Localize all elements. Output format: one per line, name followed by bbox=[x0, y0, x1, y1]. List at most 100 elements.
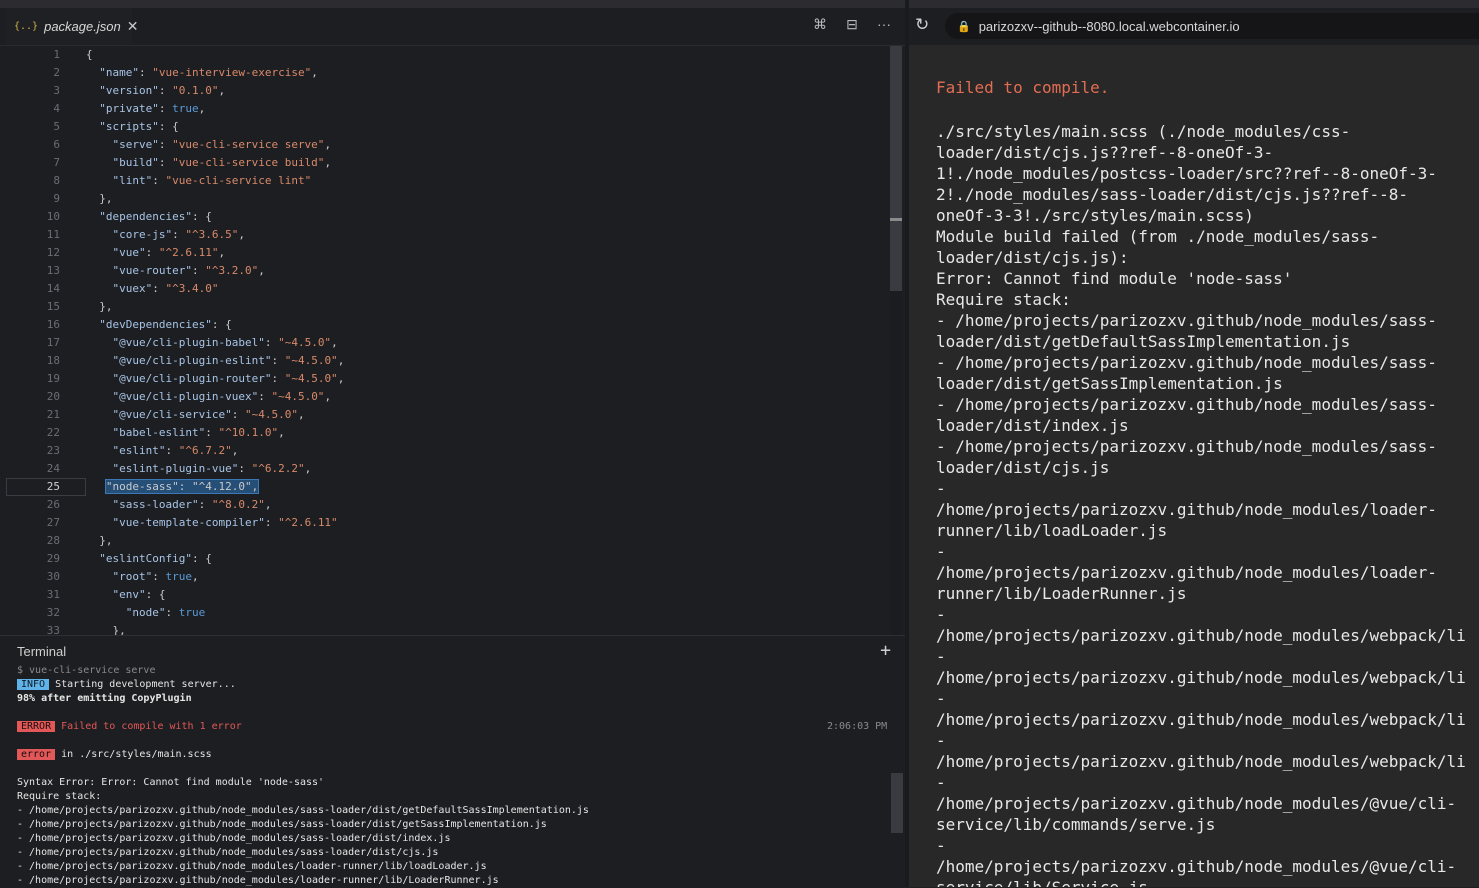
code-line[interactable]: 19 "@vue/cli-plugin-router": "~4.5.0", bbox=[0, 370, 890, 388]
code-line[interactable]: 16 "devDependencies": { bbox=[0, 316, 890, 334]
code-token: : bbox=[152, 282, 166, 295]
error-badge: ERROR bbox=[17, 721, 56, 732]
code-token: : bbox=[172, 228, 186, 241]
code-token: "version" bbox=[99, 84, 159, 97]
code-line[interactable]: 14 "vuex": "^3.4.0" bbox=[0, 280, 890, 298]
tab-package-json[interactable]: {..} package.json ✕ bbox=[6, 8, 138, 45]
editor-scrollbar[interactable] bbox=[890, 46, 902, 635]
code-token: "core-js" bbox=[112, 228, 173, 241]
more-actions-icon[interactable]: ··· bbox=[875, 16, 893, 33]
code-token: : bbox=[191, 264, 206, 277]
add-terminal-button[interactable]: + bbox=[880, 640, 891, 661]
code-line[interactable]: 27 "vue-template-compiler": "^2.6.11" bbox=[0, 514, 890, 532]
code-editor[interactable]: {..} package.json ✕ ⌘ ⊟ ··· 1{2 "name": … bbox=[0, 8, 905, 635]
code-line[interactable]: 9 }, bbox=[0, 190, 890, 208]
browser-preview[interactable]: ↻ 🔒 parizozxv--github--8080.local.webcon… bbox=[909, 8, 1479, 887]
code-line[interactable]: 31 "env": { bbox=[0, 586, 890, 604]
line-text: "devDependencies": { bbox=[86, 316, 232, 334]
code-line[interactable]: 5 "scripts": { bbox=[0, 118, 890, 136]
code-token: , bbox=[231, 444, 239, 457]
code-token: "^6.7.2" bbox=[178, 444, 232, 457]
code-line[interactable]: 30 "root": true, bbox=[0, 568, 890, 586]
code-line[interactable]: 4 "private": true, bbox=[0, 100, 890, 118]
close-tab-icon[interactable]: ✕ bbox=[127, 18, 139, 35]
code-line[interactable]: 8 "lint": "vue-cli-service lint" bbox=[0, 172, 890, 190]
code-line[interactable]: 29 "eslintConfig": { bbox=[0, 550, 890, 568]
line-number: 33 bbox=[46, 624, 60, 635]
code-token: : { bbox=[211, 318, 232, 331]
code-token: , bbox=[192, 570, 199, 583]
code-line[interactable]: 3 "version": "0.1.0", bbox=[0, 82, 890, 100]
code-token: : { bbox=[191, 552, 212, 565]
code-token: "@vue/cli-plugin-vuex" bbox=[112, 390, 259, 403]
code-token: , bbox=[218, 246, 226, 259]
code-line[interactable]: 10 "dependencies": { bbox=[0, 208, 890, 226]
code-line[interactable]: 23 "eslint": "^6.7.2", bbox=[0, 442, 890, 460]
code-token: , bbox=[337, 354, 345, 367]
line-text: { bbox=[86, 46, 93, 64]
code-token: : bbox=[264, 336, 279, 349]
code-line[interactable]: 33 }, bbox=[0, 622, 890, 635]
stack-line: - /home/projects/parizozxv.github/node_m… bbox=[17, 875, 499, 886]
code-line[interactable]: 2 "name": "vue-interview-exercise", bbox=[0, 64, 890, 82]
terminal-error-detail: error in ./src/styles/main.scss bbox=[17, 749, 212, 760]
line-number: 13 bbox=[46, 264, 60, 277]
code-line[interactable]: 26 "sass-loader": "^8.0.2", bbox=[0, 496, 890, 514]
code-token: : bbox=[158, 138, 173, 151]
code-line[interactable]: 21 "@vue/cli-service": "~4.5.0", bbox=[0, 406, 890, 424]
code-line[interactable]: 25 "node-sass": "^4.12.0", bbox=[0, 478, 890, 496]
line-text: "@vue/cli-plugin-router": "~4.5.0", bbox=[86, 370, 345, 388]
line-text: "vuex": "^3.4.0" bbox=[86, 280, 219, 298]
code-line[interactable]: 22 "babel-eslint": "^10.1.0", bbox=[0, 424, 890, 442]
code-token: : bbox=[271, 372, 285, 385]
line-number: 31 bbox=[46, 588, 60, 601]
line-text: "node": true bbox=[86, 604, 206, 622]
terminal-scrollbar-thumb[interactable] bbox=[891, 773, 903, 833]
cursor-position-marker bbox=[890, 218, 902, 221]
code-token: : bbox=[152, 174, 166, 187]
editor-scrollbar-thumb[interactable] bbox=[890, 46, 902, 291]
code-token: true bbox=[172, 102, 199, 115]
stack-line: - /home/projects/parizozxv.github/node_m… bbox=[17, 805, 589, 816]
code-line[interactable]: 7 "build": "vue-cli-service build", bbox=[0, 154, 890, 172]
code-line[interactable]: 13 "vue-router": "^3.2.0", bbox=[0, 262, 890, 280]
split-editor-icon[interactable]: ⊟ bbox=[843, 16, 861, 33]
open-preview-icon[interactable]: ⌘ bbox=[811, 16, 829, 33]
line-number: 6 bbox=[53, 138, 60, 151]
address-field[interactable]: 🔒 parizozxv--github--8080.local.webconta… bbox=[945, 13, 1479, 39]
terminal-error-line: ERROR Failed to compile with 1 error bbox=[17, 721, 242, 732]
line-number: 26 bbox=[46, 498, 60, 511]
stack-line: - /home/projects/parizozxv.github/node_m… bbox=[17, 861, 487, 872]
code-line[interactable]: 6 "serve": "vue-cli-service serve", bbox=[0, 136, 890, 154]
code-token: , bbox=[331, 336, 338, 349]
line-number: 21 bbox=[46, 408, 60, 421]
code-token: "vue-router" bbox=[112, 264, 192, 277]
code-line[interactable]: 18 "@vue/cli-plugin-eslint": "~4.5.0", bbox=[0, 352, 890, 370]
code-line[interactable]: 1{ bbox=[0, 46, 890, 64]
line-text: "core-js": "^3.6.5", bbox=[86, 226, 245, 244]
code-line[interactable]: 12 "vue": "^2.6.11", bbox=[0, 244, 890, 262]
line-text: "root": true, bbox=[86, 568, 199, 586]
line-text: }, bbox=[86, 190, 113, 208]
code-line[interactable]: 28 }, bbox=[0, 532, 890, 550]
line-text: "eslintConfig": { bbox=[86, 550, 212, 568]
code-line[interactable]: 11 "core-js": "^3.6.5", bbox=[0, 226, 890, 244]
code-line[interactable]: 17 "@vue/cli-plugin-babel": "~4.5.0", bbox=[0, 334, 890, 352]
code-line[interactable]: 24 "eslint-plugin-vue": "^6.2.2", bbox=[0, 460, 890, 478]
terminal-panel[interactable]: Terminal + $ vue-cli-service serve INFO … bbox=[0, 635, 905, 888]
code-token: }, bbox=[86, 192, 113, 205]
code-line[interactable]: 15 }, bbox=[0, 298, 890, 316]
line-number: 5 bbox=[53, 120, 60, 133]
code-token: "^2.6.11" bbox=[278, 516, 338, 529]
code-token: "dependencies" bbox=[99, 210, 192, 223]
line-text: }, bbox=[86, 298, 112, 316]
code-token: : bbox=[205, 426, 219, 439]
code-line[interactable]: 32 "node": true bbox=[0, 604, 890, 622]
code-line[interactable]: 20 "@vue/cli-plugin-vuex": "~4.5.0", bbox=[0, 388, 890, 406]
code-area[interactable]: 1{2 "name": "vue-interview-exercise", 3 "… bbox=[0, 46, 890, 635]
reload-icon[interactable]: ↻ bbox=[915, 15, 929, 35]
